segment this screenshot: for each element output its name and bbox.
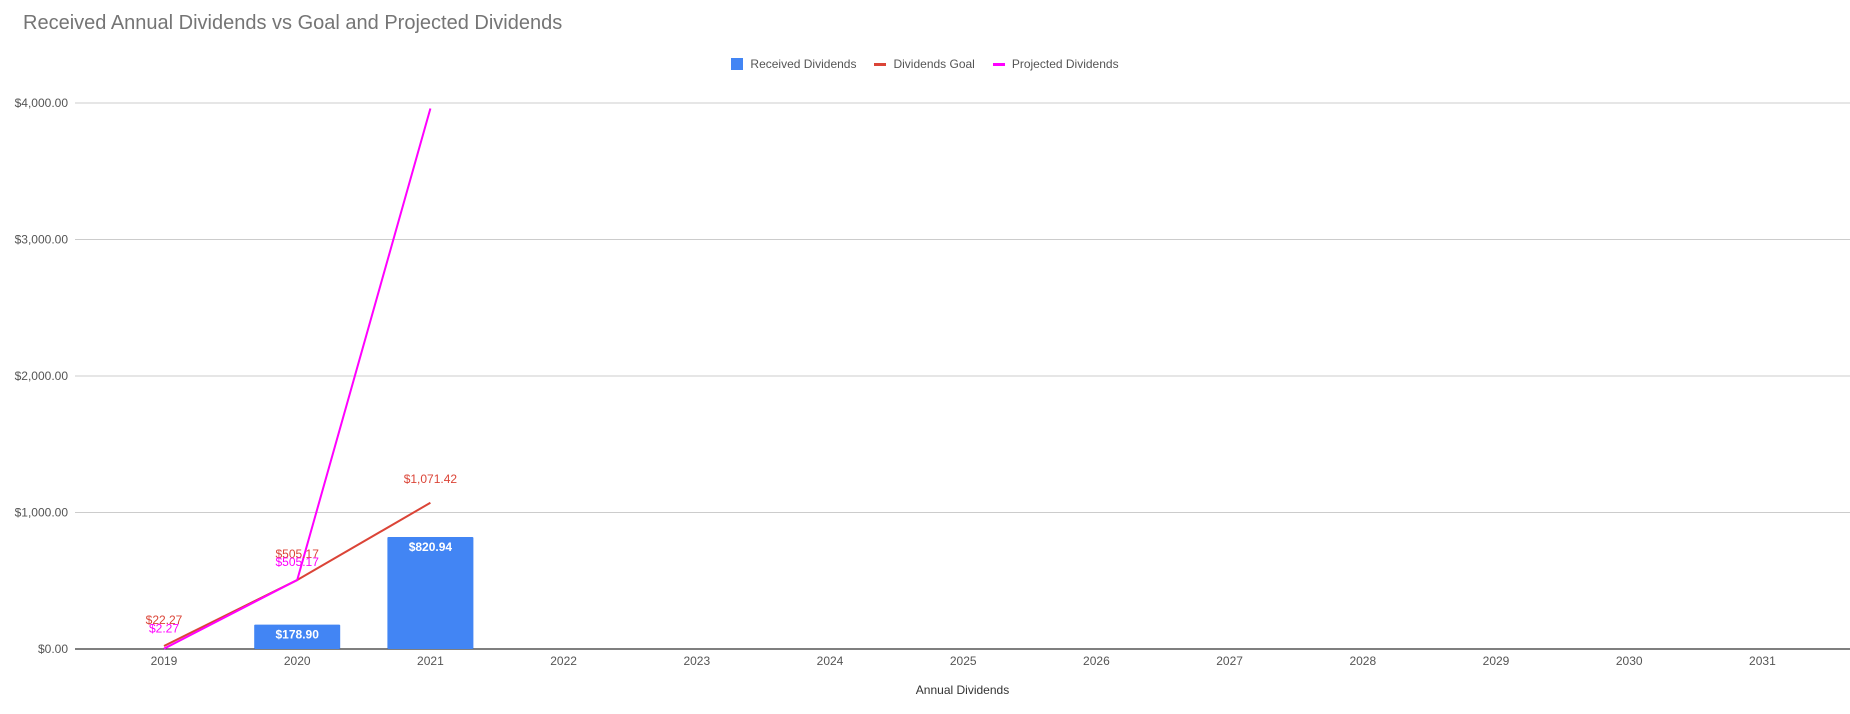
x-tick-label: 2026 (1083, 654, 1110, 668)
x-tick-label: 2030 (1616, 654, 1643, 668)
x-tick-label: 2023 (683, 654, 710, 668)
y-tick-label: $1,000.00 (15, 506, 69, 520)
x-axis-title: Annual Dividends (915, 683, 1010, 697)
line-data-label-goal: $1,071.42 (404, 472, 458, 486)
y-tick-label: $3,000.00 (15, 233, 69, 247)
line-data-label-projected: $505.17 (276, 555, 320, 569)
x-tick-label: 2031 (1749, 654, 1776, 668)
x-tick-label: 2020 (284, 654, 311, 668)
chart-root: Received Annual Dividends vs Goal and Pr… (0, 0, 1850, 714)
x-tick-label: 2029 (1483, 654, 1510, 668)
y-tick-label: $0.00 (38, 642, 68, 656)
x-tick-label: 2024 (817, 654, 844, 668)
x-tick-label: 2022 (550, 654, 577, 668)
y-tick-label: $2,000.00 (15, 369, 69, 383)
x-tick-label: 2019 (151, 654, 178, 668)
x-tick-label: 2027 (1216, 654, 1243, 668)
line-data-label-projected: $2.27 (149, 622, 179, 636)
chart-plot: $0.00 $1,000.00 $2,000.00 $3,000.00 $4,000.0… (15, 96, 1850, 668)
bar-data-label: $820.94 (409, 540, 453, 554)
x-tick-label: 2025 (950, 654, 977, 668)
bar-data-label: $178.90 (276, 628, 320, 642)
x-tick-label: 2028 (1349, 654, 1376, 668)
x-tick-label: 2021 (417, 654, 444, 668)
y-tick-label: $4,000.00 (15, 96, 69, 110)
